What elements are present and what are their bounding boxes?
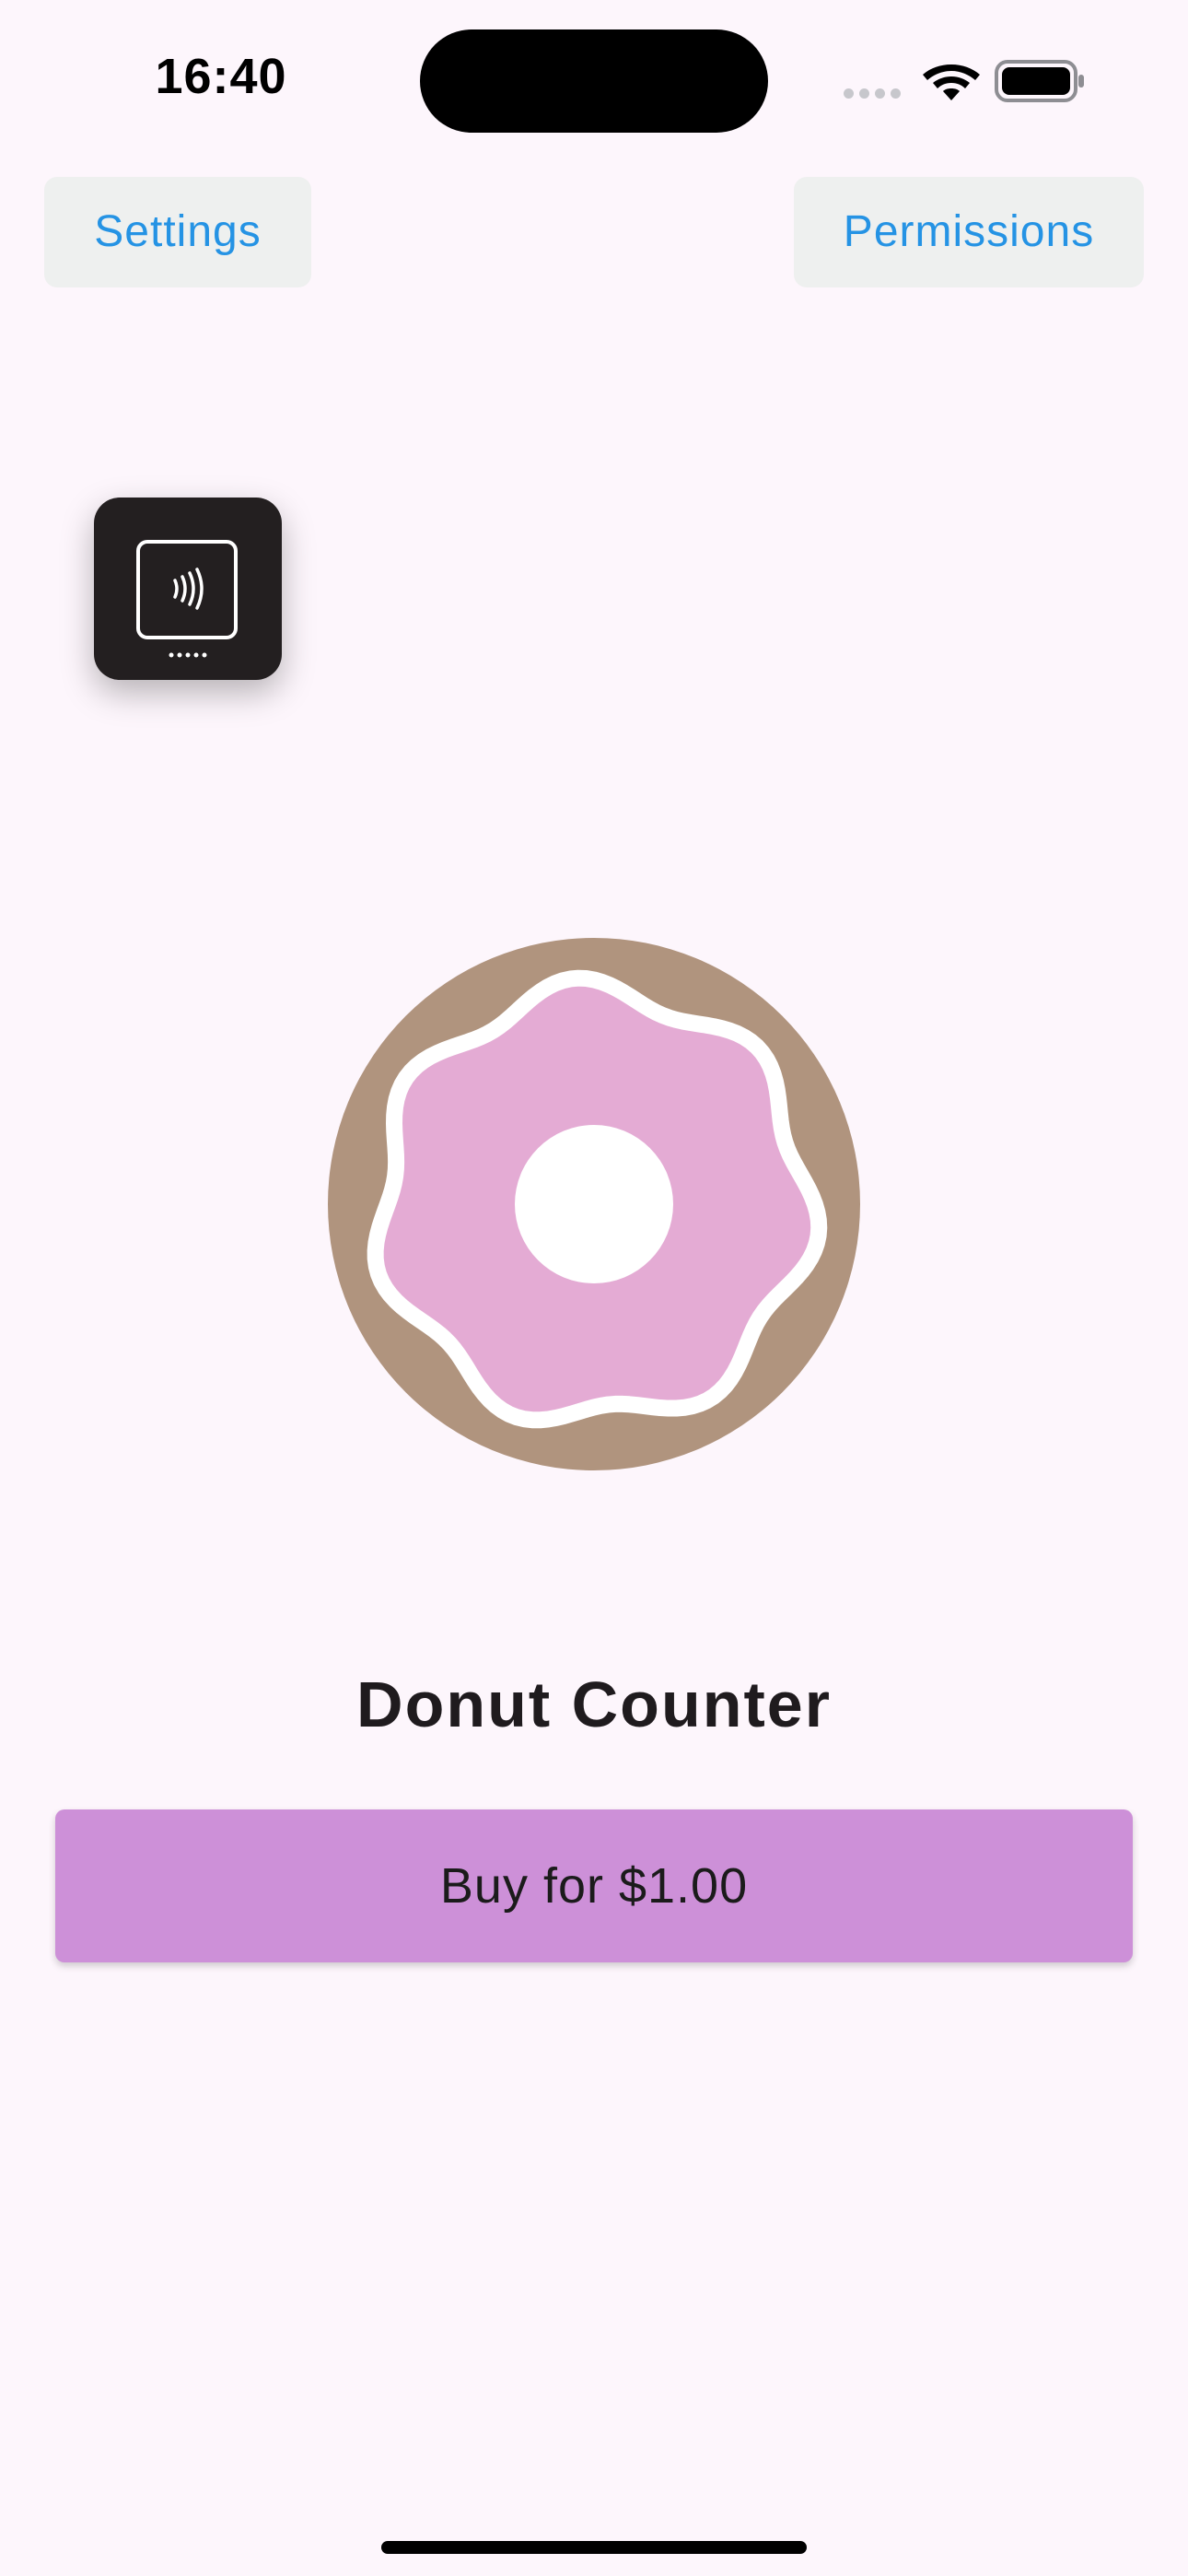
status-time: 16:40: [155, 49, 287, 104]
battery-icon: [995, 60, 1084, 102]
permissions-button[interactable]: Permissions: [794, 177, 1144, 287]
wifi-icon: [923, 64, 980, 100]
page-title: Donut Counter: [356, 1669, 832, 1740]
contactless-reader-icon: [136, 540, 238, 658]
donut-icon: [328, 938, 860, 1470]
status-bar: 16:40: [0, 0, 1188, 147]
settings-button[interactable]: Settings: [44, 177, 311, 287]
card-reader-button[interactable]: [94, 498, 282, 680]
home-indicator: [381, 2541, 807, 2554]
status-icons: [829, 55, 1105, 111]
cellular-signal-icon: [844, 87, 906, 103]
buy-button[interactable]: Buy for $1.00: [55, 1809, 1133, 1962]
dynamic-island: [420, 29, 768, 133]
